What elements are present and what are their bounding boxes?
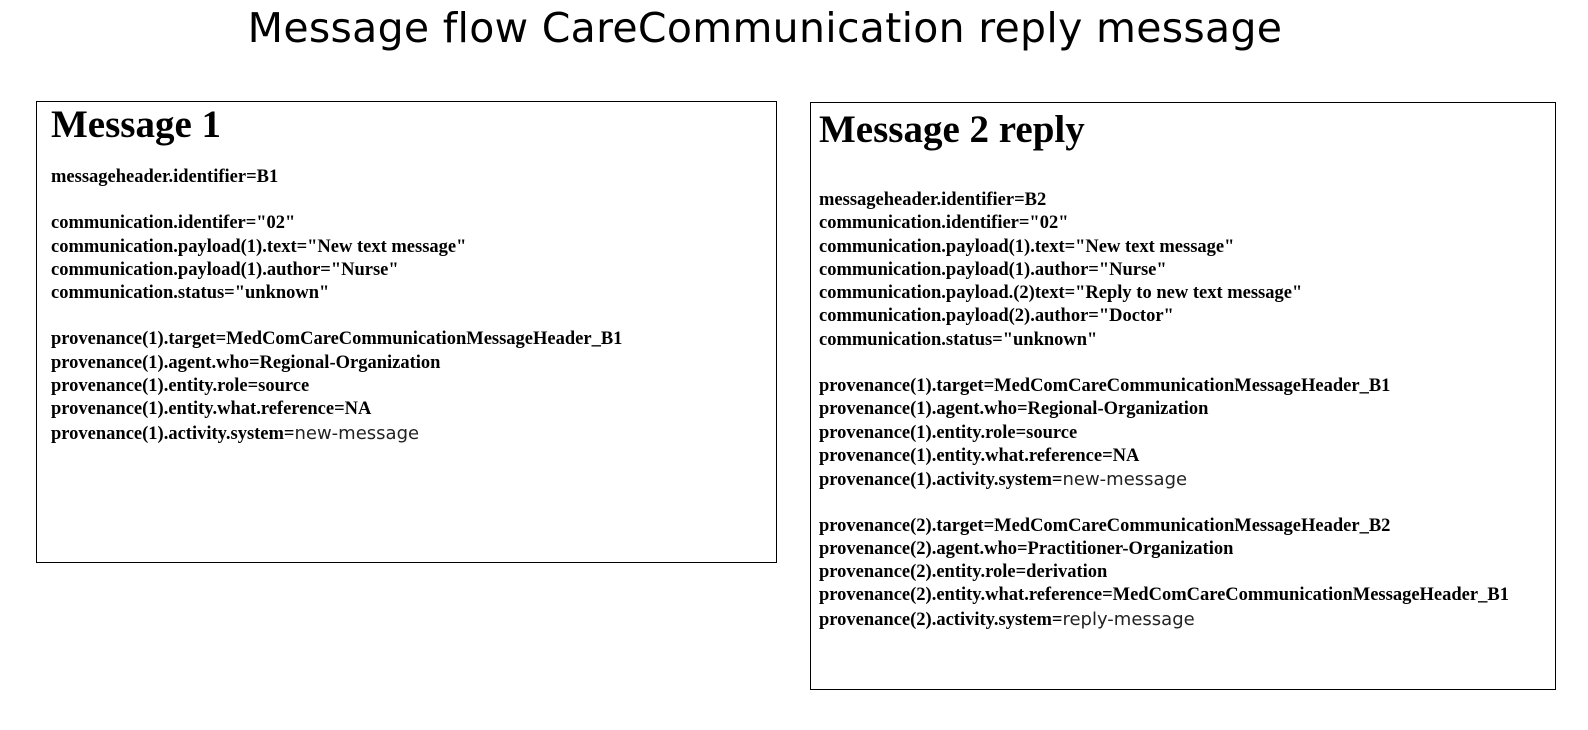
message-2-heading: Message 2 reply — [819, 108, 1085, 151]
field-line: provenance(2).activity.system=reply-mess… — [819, 608, 1509, 631]
field-line: provenance(2).target=MedComCareCommunica… — [819, 515, 1509, 538]
field-line: provenance(1).target=MedComCareCommunica… — [819, 375, 1509, 398]
field-line: messageheader.identifier=B2 — [819, 189, 1509, 212]
field-line: provenance(1).activity.system=new-messag… — [819, 468, 1509, 491]
field-text: provenance(1).agent.who=Regional-Organiz… — [51, 352, 441, 373]
field-line: communication.payload(2).author="Doctor" — [819, 305, 1509, 328]
field-text: communication.identifier="02" — [819, 213, 1069, 234]
field-text: provenance(1).activity.system= — [51, 423, 295, 444]
field-text: provenance(1).entity.what.reference=NA — [51, 399, 372, 420]
field-line: provenance(2).entity.role=derivation — [819, 561, 1509, 584]
field-line: provenance(1).target=MedComCareCommunica… — [51, 328, 622, 351]
field-line: provenance(1).activity.system=new-messag… — [51, 422, 622, 445]
field-text: provenance(1).target=MedComCareCommunica… — [51, 329, 623, 350]
message-1-fields: messageheader.identifier=B1 communication… — [51, 166, 622, 445]
field-text: messageheader.identifier=B1 — [51, 167, 279, 187]
field-line: messageheader.identifier=B1 — [51, 166, 622, 189]
field-line: communication.status="unknown" — [819, 329, 1509, 352]
message-2-fields: messageheader.identifier=B2 communication… — [819, 189, 1509, 631]
field-line: provenance(2).agent.who=Practitioner-Org… — [819, 538, 1509, 561]
field-line: communication.payload(1).author="Nurse" — [819, 259, 1509, 282]
field-text: provenance(2).agent.who=Practitioner-Org… — [819, 538, 1234, 559]
field-text: provenance(1).target=MedComCareCommunica… — [819, 376, 1391, 397]
field-text: messageheader.identifier=B2 — [819, 190, 1047, 210]
field-value: new-message — [294, 422, 420, 444]
field-line: provenance(1).entity.role=source — [819, 422, 1509, 445]
field-text: provenance(1).entity.role=source — [819, 422, 1078, 443]
field-text: communication.payload(2).author="Doctor" — [819, 306, 1174, 327]
field-text: provenance(2).entity.what.reference=MedC… — [819, 585, 1509, 606]
field-value: new-message — [1062, 469, 1188, 491]
field-line: communication.payload(1).text="New text … — [51, 236, 622, 259]
message-1-heading: Message 1 — [51, 103, 222, 146]
field-line: provenance(2).entity.what.reference=MedC… — [819, 584, 1509, 607]
field-line: provenance(1).entity.what.reference=NA — [819, 445, 1509, 468]
message-2-reply-box: Message 2 reply messageheader.identifier… — [810, 102, 1556, 690]
diagram-title: Message flow CareCommunication reply mes… — [247, 4, 1283, 52]
field-text: provenance(2).target=MedComCareCommunica… — [819, 515, 1391, 536]
field-text: communication.payload(1).author="Nurse" — [51, 259, 399, 280]
field-text: provenance(2).entity.role=derivation — [819, 562, 1108, 583]
field-text: communication.status="unknown" — [819, 329, 1098, 350]
field-line: provenance(1).agent.who=Regional-Organiz… — [51, 352, 622, 375]
field-text: provenance(1).activity.system= — [819, 470, 1063, 491]
field-text: provenance(1).entity.what.reference=NA — [819, 445, 1140, 466]
field-line: communication.identifer="02" — [51, 212, 622, 235]
field-text: provenance(1).entity.role=source — [51, 376, 310, 397]
field-line: provenance(1).agent.who=Regional-Organiz… — [819, 398, 1509, 421]
field-text: provenance(1).agent.who=Regional-Organiz… — [819, 399, 1209, 420]
field-line: communication.payload(1).author="Nurse" — [51, 259, 622, 282]
field-text: communication.payload(1).text="New text … — [51, 236, 467, 257]
field-value: reply-message — [1062, 608, 1195, 630]
field-line: communication.status="unknown" — [51, 282, 622, 305]
field-line: provenance(1).entity.role=source — [51, 375, 622, 398]
field-text: communication.status="unknown" — [51, 283, 330, 304]
field-text: communication.payload.(2)text="Reply to … — [819, 283, 1303, 304]
field-line: communication.payload(1).text="New text … — [819, 236, 1509, 259]
field-line: communication.identifier="02" — [819, 212, 1509, 235]
field-text: communication.payload(1).text="New text … — [819, 236, 1235, 257]
message-1-box: Message 1 messageheader.identifier=B1 com… — [36, 101, 777, 563]
field-line: provenance(1).entity.what.reference=NA — [51, 398, 622, 421]
field-line: communication.payload.(2)text="Reply to … — [819, 282, 1509, 305]
field-text: communication.identifer="02" — [51, 213, 296, 234]
field-text: communication.payload(1).author="Nurse" — [819, 259, 1167, 280]
field-text: provenance(2).activity.system= — [819, 609, 1063, 630]
